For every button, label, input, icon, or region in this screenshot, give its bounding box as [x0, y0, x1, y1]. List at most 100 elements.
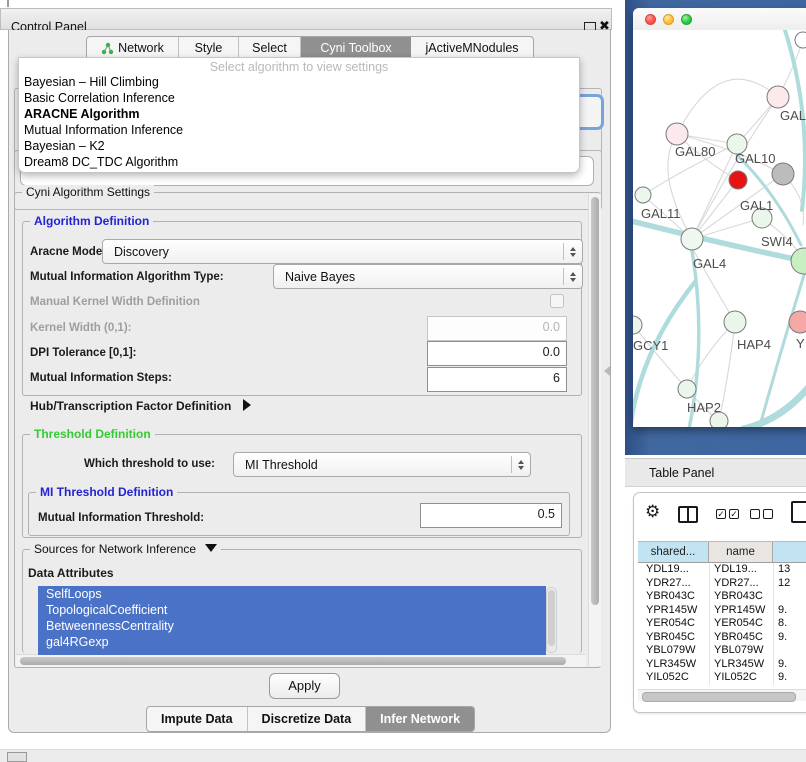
tab-impute-data[interactable]: Impute Data — [147, 707, 248, 731]
network-node-gal4[interactable] — [681, 228, 703, 250]
algorithm-item[interactable]: Bayesian – K2 — [19, 138, 579, 154]
table-row[interactable]: YDL19...YDL19...13 — [638, 563, 806, 577]
gear-icon[interactable]: ⚙ — [645, 502, 660, 522]
table-cell[interactable]: YER054C — [714, 617, 778, 631]
attributes-list-scrollbar[interactable] — [546, 587, 557, 653]
new-column-icon[interactable] — [791, 501, 806, 523]
table-cell[interactable]: 8. — [778, 617, 806, 631]
table-horizontal-scrollbar[interactable] — [638, 689, 806, 701]
algorithm-item[interactable]: Bayesian – Hill Climbing — [19, 74, 579, 90]
node-label: GAL80 — [675, 144, 715, 159]
table-row[interactable]: YLR345WYLR345W9. — [638, 658, 806, 672]
unchecked-box-icon — [763, 509, 773, 519]
table-cell[interactable]: 13 — [778, 563, 806, 577]
select-all-columns-icon[interactable]: ✓ ✓ — [716, 509, 739, 519]
table-cell[interactable]: YIL052C — [646, 671, 717, 685]
attribute-item[interactable]: BetweennessCentrality — [38, 618, 546, 634]
which-threshold-label: Which threshold to use: — [84, 458, 215, 470]
network-canvas[interactable]: GALGAL80GAL10GAL11GAL1GAL4SWI4GCY1HAP4YH… — [633, 30, 806, 427]
table-cell[interactable]: YBR045C — [646, 631, 717, 645]
network-node-gal[interactable] — [767, 86, 789, 108]
table-cell[interactable]: YBR043C — [714, 590, 778, 604]
table-row[interactable]: YER054CYER054C8. — [638, 617, 806, 631]
network-node[interactable] — [795, 32, 806, 48]
network-node-swi4[interactable] — [791, 248, 806, 274]
threshold-definition-title: Threshold Definition — [30, 427, 155, 441]
network-node-gcy1[interactable] — [633, 316, 642, 334]
table-cell[interactable]: 9. — [778, 604, 806, 618]
table-row[interactable]: YBL079WYBL079W — [638, 644, 806, 658]
apply-button[interactable]: Apply — [269, 673, 340, 699]
sources-group-title[interactable]: Sources for Network Inference — [30, 542, 221, 556]
mi-steps-label: Mutual Information Steps: — [30, 372, 172, 384]
settings-horizontal-scrollbar[interactable] — [16, 654, 586, 667]
table-cell[interactable]: YDR27... — [714, 577, 778, 591]
table-cell[interactable]: YBL079W — [714, 644, 778, 658]
unselect-all-columns-icon[interactable] — [750, 509, 773, 519]
node-label: HAP2 — [687, 400, 721, 415]
network-node-y[interactable] — [789, 311, 806, 333]
tab-discretize-data[interactable]: Discretize Data — [248, 707, 367, 731]
mi-steps-input[interactable]: 6 — [427, 367, 567, 392]
table-cell[interactable]: YBR043C — [646, 590, 717, 604]
table-cell[interactable]: YDR27... — [646, 577, 717, 591]
table-cell[interactable]: YBL079W — [646, 644, 717, 658]
mi-threshold-input[interactable]: 0.5 — [420, 503, 562, 528]
algorithm-item[interactable]: Basic Correlation Inference — [19, 90, 579, 106]
panel-splitter-arrow[interactable] — [604, 366, 610, 376]
table-cell[interactable]: 9. — [778, 658, 806, 672]
scrollbar-thumb[interactable] — [591, 197, 599, 605]
column-header-shared-name[interactable]: shared... — [638, 542, 709, 562]
algorithm-item[interactable]: ARACNE Algorithm — [19, 106, 579, 122]
mi-algorithm-type-combo[interactable]: Naive Bayes — [273, 264, 583, 289]
table-cell[interactable] — [778, 644, 806, 658]
table-cell[interactable]: YIL052C — [714, 671, 778, 685]
table-cell[interactable]: YLR345W — [714, 658, 778, 672]
network-node[interactable] — [729, 171, 747, 189]
algorithm-item[interactable]: Mutual Information Inference — [19, 122, 579, 138]
scrollbar-thumb[interactable] — [20, 657, 566, 665]
tab-infer-network[interactable]: Infer Network — [366, 707, 474, 731]
network-node[interactable] — [772, 163, 794, 185]
table-row[interactable]: YPR145WYPR145W9. — [638, 604, 806, 618]
table-row[interactable]: YBR043CYBR043C — [638, 590, 806, 604]
table-cell[interactable]: 9. — [778, 671, 806, 685]
attribute-item[interactable]: SelfLoops — [38, 586, 546, 602]
scrollbar-thumb[interactable] — [548, 590, 555, 646]
table-cell[interactable]: YBR045C — [714, 631, 778, 645]
dpi-tolerance-input[interactable]: 0.0 — [427, 341, 567, 366]
table-cell[interactable]: YLR345W — [646, 658, 717, 672]
settings-vertical-scrollbar[interactable] — [588, 194, 601, 666]
scrollbar-thumb[interactable] — [642, 692, 796, 702]
column-header-clipped[interactable] — [773, 542, 806, 562]
algorithm-item[interactable]: Dream8 DC_TDC Algorithm — [19, 154, 579, 170]
minimized-panel-icon[interactable] — [7, 752, 27, 762]
table-cell[interactable]: 9. — [778, 631, 806, 645]
network-window-titlebar[interactable] — [633, 8, 806, 31]
attribute-item[interactable]: TopologicalCoefficient — [38, 602, 546, 618]
aracne-mode-combo[interactable]: Discovery — [102, 239, 583, 264]
network-node-gal80[interactable] — [666, 123, 688, 145]
network-node-gal11[interactable] — [635, 187, 651, 203]
network-node-hap4[interactable] — [724, 311, 746, 333]
show-columns-icon[interactable] — [678, 506, 698, 523]
table-row[interactable]: YIL052CYIL052C9. — [638, 671, 806, 685]
table-cell[interactable]: YDL19... — [646, 563, 717, 577]
attribute-item[interactable]: gal4RGexp — [38, 634, 546, 650]
hub-definition-expander[interactable]: Hub/Transcription Factor Definition — [30, 399, 251, 413]
table-cell[interactable]: YER054C — [646, 617, 717, 631]
app-root: Control Panel ✖ Network Style Select Cyn… — [0, 0, 806, 762]
minimize-traffic-icon[interactable] — [663, 14, 674, 25]
column-header-name[interactable]: name — [709, 542, 773, 562]
close-traffic-icon[interactable] — [645, 14, 656, 25]
table-cell[interactable]: YDL19... — [714, 563, 778, 577]
table-cell[interactable]: YPR145W — [714, 604, 778, 618]
which-threshold-combo[interactable]: MI Threshold — [233, 452, 531, 477]
table-cell[interactable]: YPR145W — [646, 604, 717, 618]
table-cell[interactable] — [778, 590, 806, 604]
table-cell[interactable]: 12 — [778, 577, 806, 591]
network-node-hap2[interactable] — [678, 380, 696, 398]
table-row[interactable]: YDR27...YDR27...12 — [638, 577, 806, 591]
zoom-traffic-icon[interactable] — [681, 14, 692, 25]
table-row[interactable]: YBR045CYBR045C9. — [638, 631, 806, 645]
